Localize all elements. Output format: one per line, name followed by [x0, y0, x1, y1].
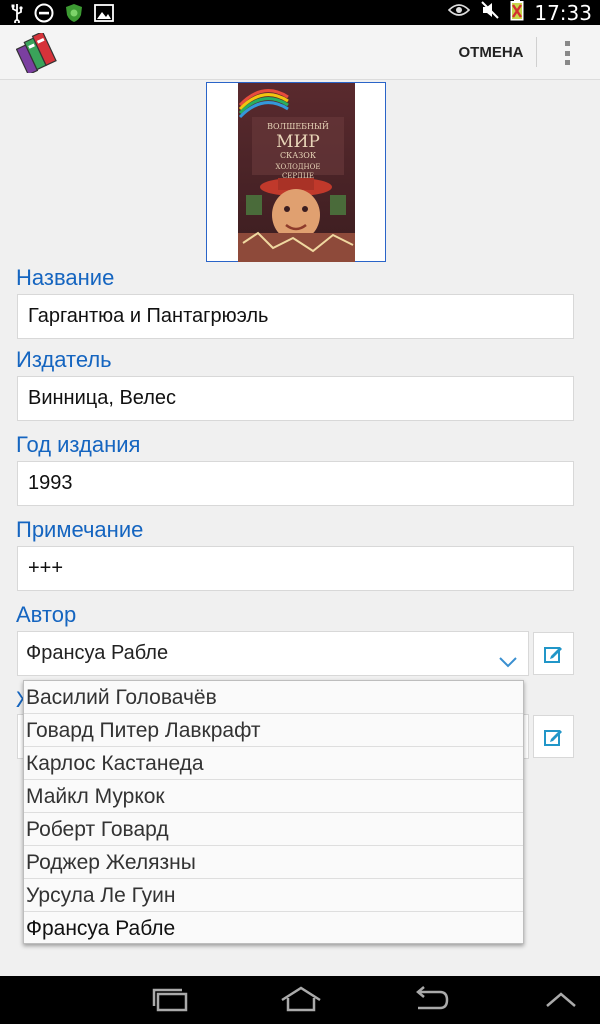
title-field[interactable]: Гаргантюа и Пантагрюэль: [17, 294, 574, 339]
dropdown-item[interactable]: Василий Головачёв: [24, 681, 523, 714]
dropdown-item[interactable]: Карлос Кастанеда: [24, 747, 523, 780]
dropdown-item[interactable]: Говард Питер Лавкрафт: [24, 714, 523, 747]
eye-icon: [448, 3, 471, 22]
books-icon[interactable]: [15, 30, 58, 76]
edit-genre-button[interactable]: [533, 715, 574, 758]
title-label: Название: [16, 265, 115, 290]
cancel-button[interactable]: ОТМЕНА: [448, 37, 534, 69]
hide-keyboard-icon[interactable]: [544, 986, 578, 1017]
status-bar: 17:33: [0, 0, 600, 25]
action-bar-divider: [536, 37, 537, 67]
author-label: Автор: [16, 602, 77, 627]
publisher-label: Издатель: [16, 347, 112, 372]
dropdown-item[interactable]: Урсула Ле Гуин: [24, 879, 523, 912]
year-field[interactable]: 1993: [17, 461, 574, 506]
author-spinner[interactable]: Франсуа Рабле: [17, 631, 529, 676]
dropdown-item-selected[interactable]: Франсуа Рабле: [24, 912, 523, 945]
cover-text-4: ХОЛОДНОЕ: [276, 163, 321, 171]
author-spinner-value: Франсуа Рабле: [26, 642, 169, 664]
action-bar: ОТМЕНА: [0, 25, 600, 80]
clock: 17:33: [534, 0, 592, 25]
author-dropdown: Василий Головачёв Говард Питер Лавкрафт …: [23, 680, 524, 944]
navigation-bar: [0, 976, 600, 1024]
note-label: Примечание: [16, 517, 144, 542]
cover-text-1: ВОЛШЕБНЫЙ: [267, 122, 329, 131]
back-icon[interactable]: [410, 986, 450, 1017]
image-icon: [94, 4, 114, 27]
battery-charging-icon: [510, 0, 524, 26]
publisher-field[interactable]: Винница, Велес: [17, 376, 574, 421]
edit-author-button[interactable]: [533, 632, 574, 675]
dropdown-item[interactable]: Роберт Говард: [24, 813, 523, 846]
overflow-menu-icon[interactable]: [556, 39, 578, 67]
mute-icon: [480, 0, 500, 25]
book-cover-image[interactable]: ВОЛШЕБНЫЙ МИР СКАЗОК ХОЛОДНОЕ СЕРДЦЕ: [206, 82, 386, 262]
recent-apps-icon[interactable]: [150, 986, 190, 1017]
home-icon[interactable]: [278, 986, 324, 1017]
note-field[interactable]: +++: [17, 546, 574, 591]
cover-illustration: ВОЛШЕБНЫЙ МИР СКАЗОК ХОЛОДНОЕ СЕРДЦЕ: [238, 83, 355, 262]
cover-text-2: МИР: [276, 132, 320, 152]
year-label: Год издания: [16, 432, 141, 457]
dropdown-item[interactable]: Роджер Желязны: [24, 846, 523, 879]
dropdown-item[interactable]: Майкл Муркок: [24, 780, 523, 813]
cover-text-3: СКАЗОК: [280, 151, 317, 160]
